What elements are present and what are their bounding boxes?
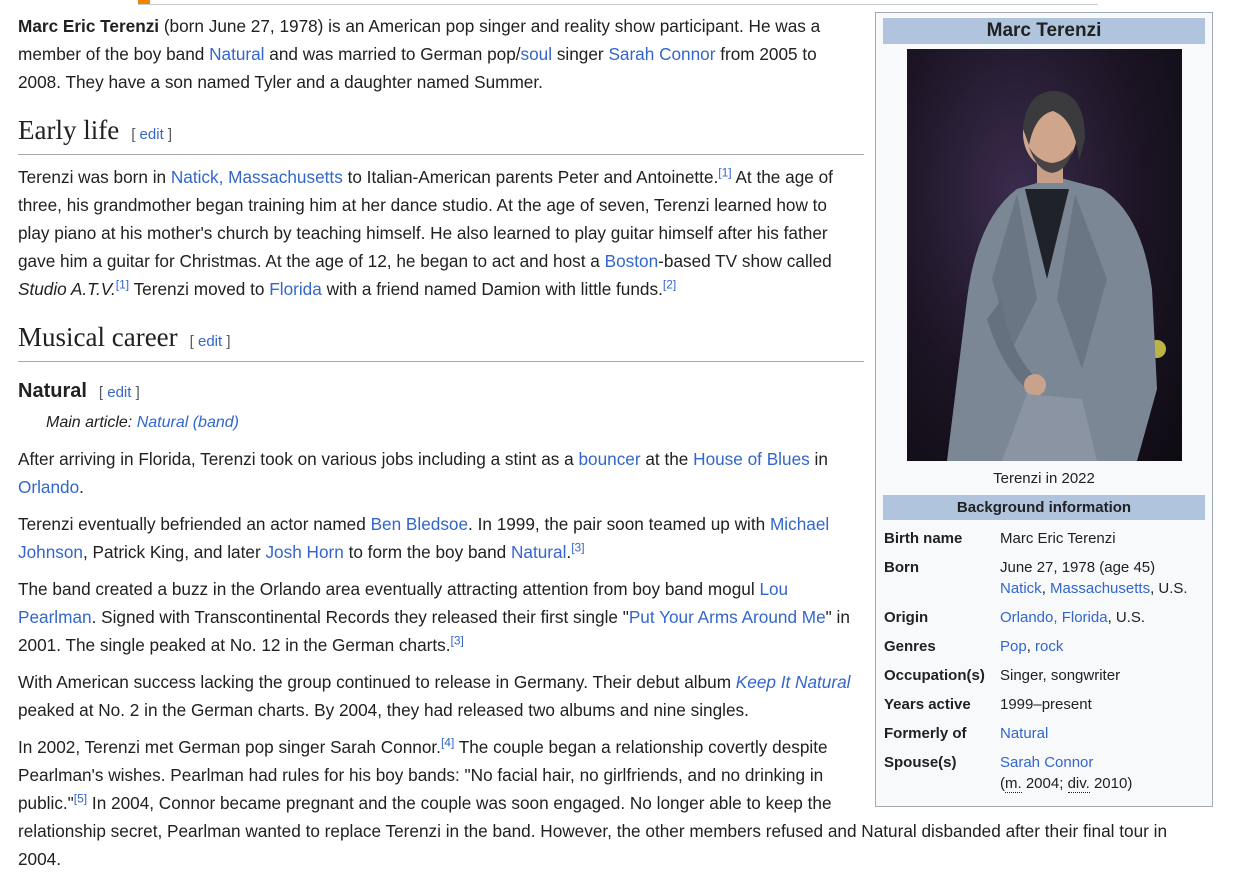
label-genres: Genres [884,638,936,655]
value-years-active: 1999–present [1000,696,1092,713]
link-natural-band-article[interactable]: Natural (band) [137,414,239,431]
link-orlando[interactable]: Orlando [18,477,79,497]
infobox-row-genres: Genres Pop, rock [883,632,1205,661]
reference-link[interactable]: [2] [663,277,676,291]
reference-link[interactable]: [3] [451,633,464,647]
infobox-row-birth-name: Birth name Marc Eric Terenzi [883,524,1205,553]
origin-country: , U.S. [1107,609,1146,626]
link-natural-band[interactable]: Natural [1000,725,1048,742]
reference-link[interactable]: [4] [441,735,454,749]
infobox-row-occupation: Occupation(s) Singer, songwriter [883,661,1205,690]
tab-accent [138,0,150,4]
link-put-your-arms-around-me[interactable]: Put Your Arms Around Me [629,607,826,627]
label-birth-name: Birth name [884,530,963,547]
edit-link-early-life[interactable]: edit [140,126,164,143]
label-spouse: Spouse(s) [884,754,957,771]
infobox-row-years-active: Years active 1999–present [883,690,1205,719]
infobox-row-spouse: Spouse(s) Sarah Connor (m. 2004; div. 20… [883,748,1205,798]
link-sarah-connor[interactable]: Sarah Connor [1000,754,1093,771]
infobox-section-header: Background information [883,495,1205,520]
portrait-illustration [946,90,1166,461]
link-sarah-connor-intro[interactable]: Sarah Connor [608,44,715,64]
reference-link[interactable]: [1] [116,277,129,291]
label-formerly-of: Formerly of [884,725,967,742]
article-content: Marc Terenzi Terenzi in 2022 Background … [18,12,1213,882]
label-born: Born [884,559,919,576]
reference-link[interactable]: [3] [571,540,584,554]
born-date: June 27, 1978 (age 45) [1000,559,1156,576]
infobox: Marc Terenzi Terenzi in 2022 Background … [875,12,1213,807]
link-ben-bledsoe[interactable]: Ben Bledsoe [371,514,468,534]
link-keep-it-natural[interactable]: Keep It Natural [736,672,851,692]
link-natick[interactable]: Natick [1000,580,1042,597]
top-border-bar [138,0,1098,5]
article-subject: Marc Eric Terenzi [18,16,160,36]
value-genres: Pop, rock [1000,638,1064,655]
link-genre-rock[interactable]: rock [1035,638,1063,655]
link-genre-pop[interactable]: Pop [1000,638,1027,655]
link-massachusetts[interactable]: Massachusetts [1050,580,1150,597]
born-country: , U.S. [1150,580,1188,597]
reference-link[interactable]: [1] [718,165,731,179]
value-birth-name: Marc Eric Terenzi [1000,530,1116,547]
value-formerly-of: Natural [1000,719,1205,748]
link-natick-massachusetts[interactable]: Natick, Massachusetts [171,167,343,187]
edit-link-natural[interactable]: edit [107,384,131,401]
value-origin: Orlando, Florida, U.S. [1000,603,1205,632]
link-florida[interactable]: Florida [269,279,322,299]
link-bouncer[interactable]: bouncer [578,449,640,469]
divorced-abbr: div. [1067,775,1090,793]
label-occupation: Occupation(s) [884,667,985,684]
reference-link[interactable]: [5] [74,791,87,805]
link-soul[interactable]: soul [521,44,553,64]
label-years-active: Years active [884,696,971,713]
value-occupation: Singer, songwriter [1000,667,1121,684]
infobox-table: Birth name Marc Eric Terenzi Born June 2… [883,524,1205,798]
link-natural-band-2[interactable]: Natural [511,542,566,562]
infobox-title: Marc Terenzi [883,18,1205,44]
label-origin: Origin [884,609,929,626]
heading-early-life: Early life[ edit ] [18,114,864,155]
show-title: Studio A.T.V. [18,279,116,299]
infobox-row-born: Born June 27, 1978 (age 45) Natick, Mass… [883,553,1205,603]
divorced-year: 2010 [1093,775,1128,792]
portrait-image[interactable] [906,49,1182,461]
married-year: 2004 [1025,775,1060,792]
link-natural[interactable]: Natural [209,44,264,64]
infobox-row-origin: Origin Orlando, Florida, U.S. [883,603,1205,632]
value-born: June 27, 1978 (age 45) Natick, Massachus… [1000,559,1188,597]
link-boston[interactable]: Boston [605,251,659,271]
value-spouse: Sarah Connor (m. 2004; div. 2010) [1000,754,1133,793]
edit-link-musical-career[interactable]: edit [198,333,222,350]
link-orlando-florida[interactable]: Orlando, Florida [1000,609,1108,626]
link-house-of-blues[interactable]: House of Blues [693,449,810,469]
married-abbr: m. [1005,775,1022,793]
link-josh-horn[interactable]: Josh Horn [265,542,343,562]
infobox-row-formerly-of: Formerly of Natural [883,719,1205,748]
heading-musical-career: Musical career[ edit ] [18,321,864,362]
image-caption: Terenzi in 2022 [993,470,1095,487]
